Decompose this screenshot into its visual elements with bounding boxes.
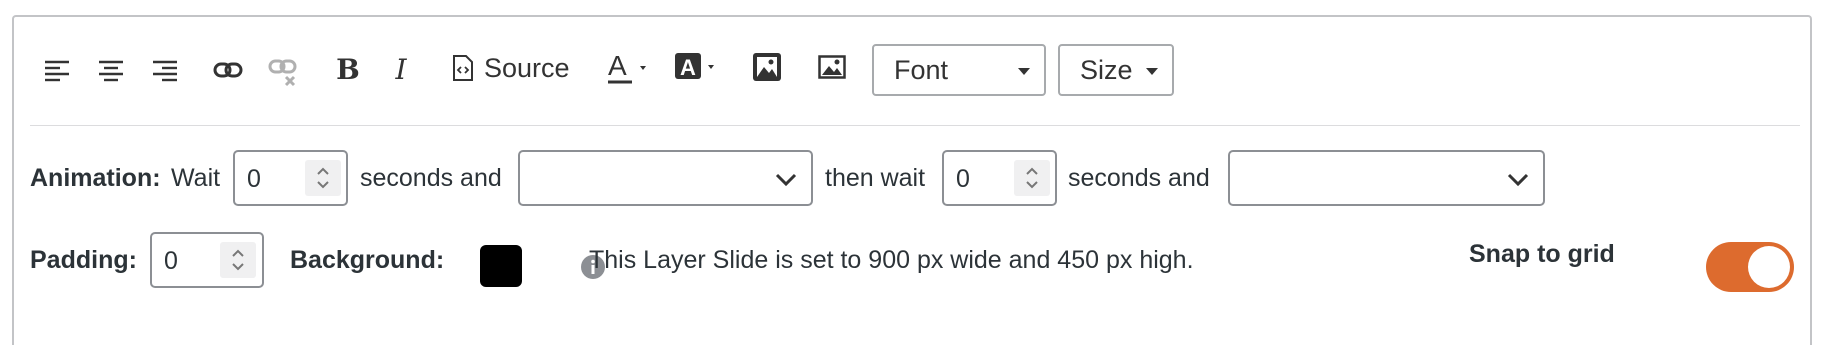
- text-color-icon[interactable]: A: [606, 48, 654, 86]
- background-color-icon[interactable]: A: [674, 50, 722, 84]
- bold-icon[interactable]: B: [335, 52, 361, 86]
- padding-label: Padding:: [30, 246, 137, 274]
- align-center-icon[interactable]: [98, 58, 124, 84]
- seconds-and-label-2: seconds and: [1068, 164, 1210, 192]
- chevron-down-icon: [775, 173, 797, 187]
- chevron-down-icon: [1018, 68, 1030, 75]
- background-label: Background:: [290, 246, 445, 274]
- chevron-down-icon: [1146, 68, 1158, 75]
- spinner-icon[interactable]: [220, 242, 256, 278]
- padding-input[interactable]: 0: [150, 232, 264, 288]
- wait-seconds-input[interactable]: 0: [233, 150, 348, 206]
- svg-text:A: A: [608, 50, 627, 81]
- then-wait-seconds-input[interactable]: 0: [942, 150, 1057, 206]
- image2-icon[interactable]: [818, 52, 846, 82]
- font-dropdown-label: Font: [894, 54, 949, 85]
- padding-value: 0: [164, 247, 178, 275]
- snap-to-grid-label: Snap to grid: [1469, 240, 1615, 268]
- snap-to-grid-toggle[interactable]: [1706, 242, 1794, 292]
- link-icon[interactable]: [213, 55, 243, 85]
- unlink-icon: [268, 55, 298, 89]
- size-dropdown-label: Size: [1080, 54, 1133, 85]
- chevron-down-icon: [1507, 173, 1529, 187]
- svg-text:A: A: [680, 55, 696, 80]
- slide-size-info: This Layer Slide is set to 900 px wide a…: [589, 246, 1194, 274]
- then-wait-seconds-value: 0: [956, 165, 970, 193]
- italic-icon[interactable]: I: [388, 52, 414, 86]
- source-icon: [453, 55, 473, 81]
- toolbar-divider: [30, 125, 1800, 126]
- spinner-icon[interactable]: [305, 160, 341, 196]
- image-icon[interactable]: [752, 50, 782, 84]
- align-left-icon[interactable]: [44, 58, 70, 84]
- animation-in-select[interactable]: [518, 150, 813, 206]
- align-right-icon[interactable]: [152, 58, 178, 84]
- spinner-icon[interactable]: [1014, 160, 1050, 196]
- toggle-knob: [1748, 246, 1790, 288]
- source-button[interactable]: Source: [452, 50, 570, 86]
- font-dropdown[interactable]: Font: [872, 44, 1046, 96]
- wait-seconds-value: 0: [247, 165, 261, 193]
- wait-label: Wait: [171, 164, 221, 192]
- source-label: Source: [484, 52, 570, 83]
- size-dropdown[interactable]: Size: [1058, 44, 1174, 96]
- animation-label: Animation:: [30, 164, 161, 192]
- animation-out-select[interactable]: [1228, 150, 1545, 206]
- seconds-and-label-1: seconds and: [360, 164, 502, 192]
- background-color-swatch[interactable]: [480, 245, 522, 287]
- then-wait-label: then wait: [825, 164, 926, 192]
